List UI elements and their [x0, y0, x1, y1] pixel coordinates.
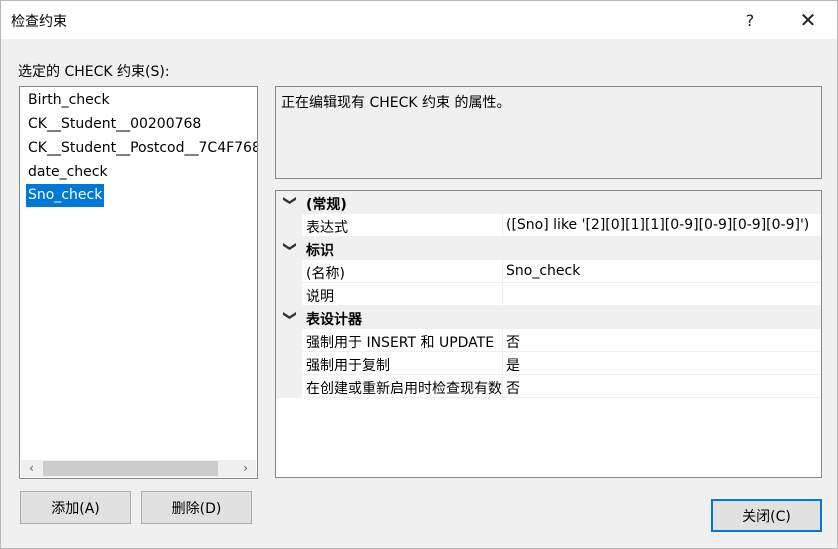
property-value[interactable]: 否	[506, 332, 520, 352]
row-gutter	[276, 283, 302, 306]
scroll-right-icon[interactable]: ›	[237, 460, 254, 477]
list-item[interactable]: date_check	[26, 161, 110, 184]
category-table-designer[interactable]: ❯ 表设计器	[276, 306, 821, 329]
list-item[interactable]: CK__Student__00200768	[26, 113, 203, 136]
column-separator	[502, 375, 503, 398]
scrollbar-thumb[interactable]	[43, 461, 218, 476]
selected-constraints-label: 选定的 CHECK 约束(S):	[18, 64, 170, 80]
row-gutter	[276, 352, 302, 375]
column-separator	[502, 352, 503, 375]
category-identity[interactable]: ❯ 标识	[276, 237, 821, 260]
category-label: (常规)	[306, 197, 347, 213]
scroll-left-icon[interactable]: ‹	[23, 460, 40, 477]
category-label: 表设计器	[306, 312, 362, 328]
property-row[interactable]: 强制用于 INSERT 和 UPDATE 否	[276, 329, 821, 352]
column-separator	[502, 260, 503, 283]
add-button[interactable]: 添加(A)	[20, 491, 131, 524]
property-row[interactable]: 强制用于复制 是	[276, 352, 821, 375]
column-separator	[502, 329, 503, 352]
list-item[interactable]: CK__Student__Postcod__7C4F7684	[26, 137, 257, 160]
property-name: 在创建或重新启用时检查现有数据	[306, 381, 502, 397]
property-row[interactable]: 在创建或重新启用时检查现有数据 否	[276, 375, 821, 398]
title-bar: 检查约束 ? ✕	[1, 1, 837, 39]
row-gutter	[276, 329, 302, 352]
row-gutter	[276, 260, 302, 283]
category-general[interactable]: ❯ (常规)	[276, 191, 821, 214]
property-name: 说明	[306, 289, 334, 305]
property-row[interactable]: (名称) Sno_check	[276, 260, 821, 283]
chevron-down-icon[interactable]: ❯	[282, 310, 297, 321]
property-name: 表达式	[306, 220, 348, 236]
chevron-down-icon[interactable]: ❯	[282, 241, 297, 252]
help-icon[interactable]: ?	[728, 1, 772, 39]
column-separator	[502, 283, 503, 306]
chevron-down-icon[interactable]: ❯	[282, 195, 297, 206]
category-label: 标识	[306, 243, 334, 259]
delete-button[interactable]: 删除(D)	[141, 491, 252, 524]
property-grid[interactable]: ❯ (常规) 表达式 ([Sno] like '[2][0][1][1][0-9…	[275, 190, 822, 478]
list-item[interactable]: Birth_check	[26, 89, 112, 112]
property-value[interactable]: 是	[506, 355, 520, 375]
property-name: 强制用于 INSERT 和 UPDATE	[306, 335, 495, 351]
property-name: 强制用于复制	[306, 358, 390, 374]
description-panel: 正在编辑现有 CHECK 约束 的属性。	[275, 86, 822, 179]
property-name: (名称)	[306, 266, 345, 282]
property-row[interactable]: 说明	[276, 283, 821, 306]
list-item-selected[interactable]: Sno_check	[26, 184, 105, 207]
property-row[interactable]: 表达式 ([Sno] like '[2][0][1][1][0-9][0-9][…	[276, 214, 821, 237]
window-title: 检查约束	[11, 14, 67, 30]
property-value[interactable]: 否	[506, 378, 520, 398]
row-gutter	[276, 214, 302, 237]
horizontal-scrollbar[interactable]: ‹ ›	[21, 460, 256, 477]
constraint-list[interactable]: Birth_check CK__Student__00200768 CK__St…	[19, 86, 258, 479]
description-text: 正在编辑现有 CHECK 约束 的属性。	[281, 95, 511, 111]
close-button[interactable]: 关闭(C)	[711, 499, 822, 532]
column-separator	[502, 214, 503, 237]
property-value[interactable]: ([Sno] like '[2][0][1][1][0-9][0-9][0-9]…	[506, 217, 809, 233]
close-icon[interactable]: ✕	[786, 1, 830, 39]
check-constraints-dialog: 检查约束 ? ✕ 选定的 CHECK 约束(S): Birth_check CK…	[0, 0, 838, 549]
property-value[interactable]: Sno_check	[506, 263, 580, 279]
row-gutter	[276, 375, 302, 398]
